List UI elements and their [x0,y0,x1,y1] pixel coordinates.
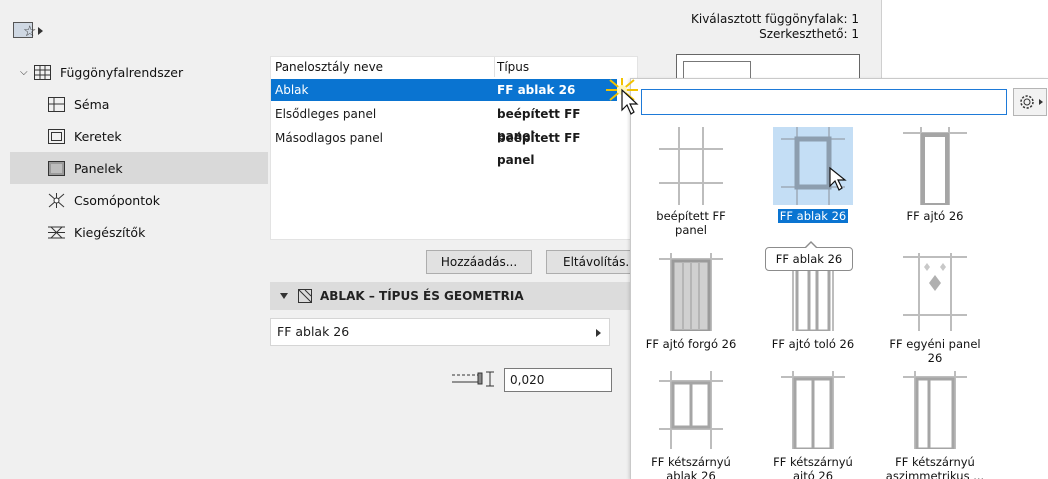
curtain-wall-system-icon [34,64,51,80]
click-burst-icon [606,78,639,115]
builtin-panel-thumbnail [651,127,731,205]
search-input[interactable] [641,89,1007,115]
panel-tile-door[interactable]: FF ajtó 26 [875,127,995,223]
panel-class-table: Panelosztály neve Típus Ablak FF ablak 2… [270,56,638,240]
panel-tile-asymmetric-double[interactable]: FF kétszárnyú aszimmetrikus ... [875,371,995,479]
mouse-pointer-icon [829,166,847,191]
column-header-type[interactable]: Típus [497,57,529,77]
panel-type-picker-popup: beépített FF panel FF ablak 26 FF ajtó 26 [630,78,1048,479]
tile-caption: FF egyéni panel 26 [889,337,981,365]
tile-caption: FF kétszárnyú aszimmetrikus ... [885,455,985,479]
window-type-icon [298,289,312,303]
asymmetric-double-thumbnail [895,371,975,451]
tile-caption: FF kétszárnyú ajtó 26 [773,455,853,479]
chevron-right-icon [596,329,601,337]
tree-item-accessories[interactable]: Kiegészítők [10,216,268,248]
tree-item-label: Csomópontok [74,192,161,208]
row-type: FF ablak 26 [497,83,576,97]
tree-item-scheme[interactable]: Séma [10,88,268,120]
row-name: Ablak [275,83,309,97]
tree-item-label: Kiegészítők [74,224,146,240]
flyout-arrow-icon [38,27,43,35]
panels-icon [48,160,65,176]
table-row[interactable]: Másodlagos panel beépített FF panel [271,127,617,167]
door-thumbnail [895,127,975,207]
table-row[interactable]: Ablak FF ablak 26 [271,79,617,101]
column-divider [494,57,495,77]
settings-button[interactable] [1013,88,1047,116]
star-icon: ☆ [23,22,37,40]
panel-type-selector[interactable]: FF ablak 26 [270,318,610,346]
chevron-down-icon[interactable]: ⌵ [20,67,34,78]
tooltip: FF ablak 26 [765,241,853,271]
add-button[interactable]: Hozzáadás... [426,250,532,274]
panel-tile-double-window[interactable]: FF kétszárnyú ablak 26 [631,371,751,479]
scheme-icon [48,96,65,112]
row-type: beépített FF panel [497,131,581,167]
favorites-button[interactable]: ☆ [10,18,44,42]
double-door-thumbnail [773,371,853,451]
panel-offset-input[interactable]: 0,020 [504,368,612,392]
tile-caption: FF ajtó forgó 26 [645,337,737,351]
gear-icon [1020,95,1043,109]
panel-tile-double-door[interactable]: FF kétszárnyú ajtó 26 [753,371,873,479]
section-title: ABLAK – TÍPUS ÉS GEOMETRIA [320,289,524,303]
table-row[interactable]: Elsődleges panel beépített FF panel [271,103,617,143]
tile-caption: FF ajtó 26 [906,209,964,223]
frames-icon [48,128,65,144]
collapse-triangle-icon[interactable] [280,293,288,299]
panel-tile-builtin[interactable]: beépített FF panel [631,127,751,237]
accessories-icon [48,225,65,240]
remove-button[interactable]: Eltávolítás... [546,250,638,274]
selection-info: Kiválasztott függönyfalak: 1 Szerkeszthe… [691,12,859,42]
row-name: Másodlagos panel [275,131,383,145]
revolving-door-thumbnail [651,253,731,333]
tile-caption: FF kétszárnyú ablak 26 [651,455,731,479]
tree-item-label: Keretek [74,128,122,144]
row-name: Elsődleges panel [275,107,377,121]
tooltip-text: FF ablak 26 [775,252,843,266]
section-header[interactable]: ABLAK – TÍPUS ÉS GEOMETRIA [270,282,638,310]
panel-tile-revolving-door[interactable]: FF ajtó forgó 26 [631,253,751,351]
tree-item-label: Panelek [74,160,123,176]
column-header-name[interactable]: Panelosztály neve [275,57,383,77]
junctions-icon [48,192,65,208]
tree-item-junctions[interactable]: Csomópontok [10,184,268,216]
panel-tile-window[interactable]: FF ablak 26 [753,127,873,223]
tile-caption: FF ajtó toló 26 [771,337,855,351]
tile-caption: beépített FF panel [656,209,726,237]
tile-caption: FF ablak 26 [777,209,849,223]
editable-count: Szerkeszthető: 1 [759,27,859,41]
custom-panel-thumbnail [895,253,975,331]
tree-item-curtain-wall-system[interactable]: ⌵ Függönyfalrendszer [10,56,268,88]
panel-tile-custom[interactable]: FF egyéni panel 26 [875,253,995,365]
panel-offset-icon [452,369,496,389]
tree-item-frames[interactable]: Keretek [10,120,268,152]
tree-item-label: Séma [74,96,110,112]
tree-item-label: Függönyfalrendszer [60,64,184,80]
double-window-thumbnail [651,371,731,449]
selected-count: Kiválasztott függönyfalak: 1 [691,12,859,26]
tree-item-panels[interactable]: Panelek [10,152,268,184]
panel-preview [676,54,860,81]
panel-type-value: FF ablak 26 [277,324,350,339]
